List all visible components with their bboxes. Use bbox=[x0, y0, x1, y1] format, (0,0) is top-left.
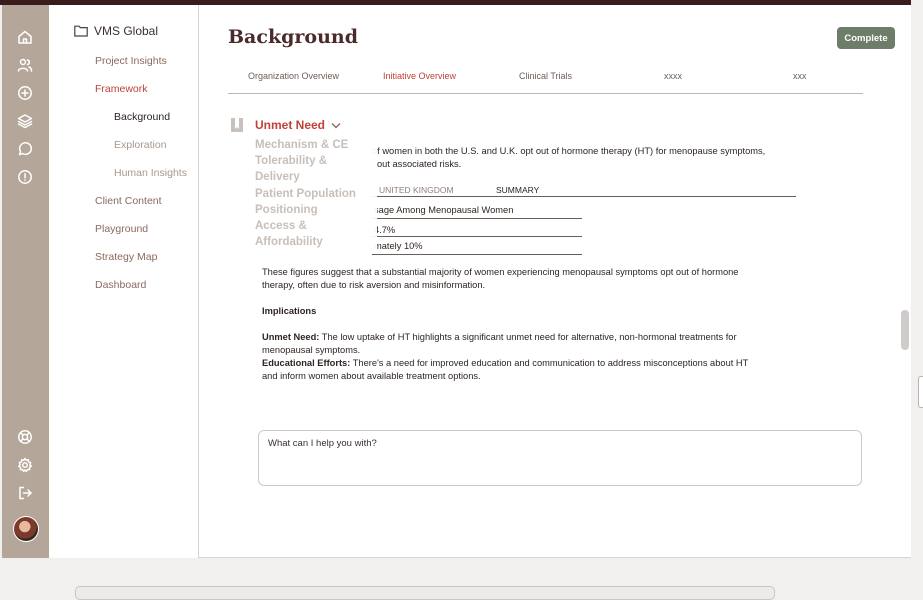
sidebar-item-project-insights[interactable]: Project Insights bbox=[95, 55, 167, 67]
scrollbar-thumb[interactable] bbox=[901, 310, 909, 350]
sidebar-root[interactable]: VMS Global bbox=[74, 24, 158, 38]
tab-xxxx[interactable]: xxxx bbox=[664, 71, 682, 81]
complete-button[interactable]: Complete bbox=[837, 27, 895, 49]
dropdown-option-affordability[interactable]: Affordability bbox=[255, 236, 323, 248]
bottom-input-bar[interactable] bbox=[75, 586, 775, 600]
sidebar-item-exploration[interactable]: Exploration bbox=[114, 139, 167, 151]
paragraph-line: therapy, often due to risk aversion and … bbox=[262, 280, 486, 290]
sidebar-item-framework[interactable]: Framework bbox=[95, 83, 148, 95]
avatar[interactable] bbox=[13, 516, 39, 542]
section-dropdown[interactable]: Unmet Need bbox=[255, 118, 341, 132]
implications-heading: Implications bbox=[262, 306, 317, 316]
table-divider bbox=[372, 218, 582, 219]
dropdown-option-delivery[interactable]: Delivery bbox=[255, 171, 300, 183]
sidebar-item-playground[interactable]: Playground bbox=[95, 223, 148, 235]
educational-efforts-label: Educational Efforts: bbox=[262, 358, 351, 368]
chat-icon[interactable] bbox=[15, 139, 35, 159]
page-title: Background bbox=[228, 26, 358, 48]
sidebar-root-label: VMS Global bbox=[94, 24, 159, 38]
section-bookmark-icon bbox=[230, 117, 244, 133]
chevron-down-icon bbox=[331, 122, 341, 128]
help-icon[interactable] bbox=[15, 427, 35, 447]
icon-rail bbox=[2, 5, 49, 558]
tab-xxx[interactable]: xxx bbox=[793, 71, 807, 81]
users-icon[interactable] bbox=[15, 55, 35, 75]
section-dropdown-menu: Mechanism & CE Tolerability & Delivery P… bbox=[253, 129, 377, 251]
table-cell: mately 10% bbox=[374, 241, 423, 251]
table-divider bbox=[372, 254, 582, 255]
intro-text-line: of women in both the U.S. and U.K. opt o… bbox=[372, 146, 766, 156]
unmet-need-bullet: Unmet Need: The low uptake of HT highlig… bbox=[262, 331, 737, 344]
table-cell: sage Among Menopausal Women bbox=[374, 205, 514, 215]
sidebar-item-human-insights[interactable]: Human Insights bbox=[114, 167, 187, 179]
side-panel-handle[interactable] bbox=[918, 376, 923, 408]
chat-placeholder: What can I help you with? bbox=[268, 438, 377, 449]
dropdown-option-access[interactable]: Access & bbox=[255, 220, 307, 232]
tab-clinical-trials[interactable]: Clinical Trials bbox=[519, 71, 572, 81]
tab-organization-overview[interactable]: Organization Overview bbox=[248, 71, 339, 81]
table-divider bbox=[372, 196, 796, 197]
educational-efforts-text-cont: and inform women about available treatme… bbox=[262, 371, 481, 381]
unmet-need-label: Unmet Need: bbox=[262, 332, 320, 342]
sidebar-item-background[interactable]: Background bbox=[114, 111, 170, 123]
unmet-need-text: The low uptake of HT highlights a signif… bbox=[319, 332, 737, 342]
settings-icon[interactable] bbox=[15, 455, 35, 475]
tab-bar: Organization Overview Initiative Overvie… bbox=[228, 67, 863, 94]
dropdown-option-positioning[interactable]: Positioning bbox=[255, 204, 318, 216]
chat-input[interactable]: What can I help you with? bbox=[258, 430, 862, 486]
logout-icon[interactable] bbox=[15, 483, 35, 503]
table-divider bbox=[372, 236, 582, 237]
alert-icon[interactable] bbox=[15, 167, 35, 187]
app-window: VMS Global Project Insights Framework Ba… bbox=[2, 5, 911, 558]
sidebar-nav: VMS Global Project Insights Framework Ba… bbox=[49, 5, 199, 558]
dropdown-option-patient-population[interactable]: Patient Population bbox=[255, 188, 356, 200]
folder-icon bbox=[74, 25, 88, 37]
sidebar-item-strategy-map[interactable]: Strategy Map bbox=[95, 251, 157, 263]
intro-text-line: out associated risks. bbox=[377, 159, 462, 169]
educational-efforts-text: There's a need for improved education an… bbox=[350, 358, 749, 368]
paragraph-line: These figures suggest that a substantial… bbox=[262, 267, 739, 277]
main-panel: Background Complete Organization Overvie… bbox=[200, 5, 911, 558]
tab-initiative-overview[interactable]: Initiative Overview bbox=[383, 71, 456, 81]
sidebar-item-dashboard[interactable]: Dashboard bbox=[95, 279, 146, 291]
educational-efforts-bullet: Educational Efforts: There's a need for … bbox=[262, 357, 748, 370]
add-circle-icon[interactable] bbox=[15, 83, 35, 103]
sidebar-item-client-content[interactable]: Client Content bbox=[95, 195, 162, 207]
layers-icon[interactable] bbox=[15, 111, 35, 131]
section-dropdown-label: Unmet Need bbox=[255, 118, 326, 132]
dropdown-option-tolerability[interactable]: Tolerability & bbox=[255, 155, 327, 167]
dropdown-option-mechanism[interactable]: Mechanism & CE bbox=[255, 139, 348, 151]
unmet-need-text-cont: menopausal symptoms. bbox=[262, 345, 361, 355]
home-icon[interactable] bbox=[15, 27, 35, 47]
